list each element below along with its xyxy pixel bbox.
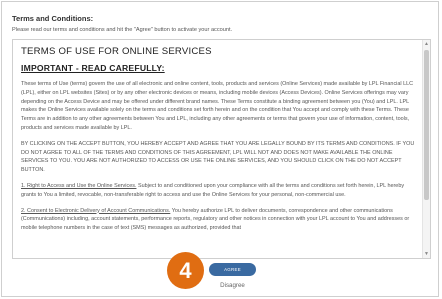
important-notice: IMPORTANT - READ CAREFULLY: bbox=[21, 63, 165, 73]
terms-item-1-link[interactable]: 1. Right to Access and Use the Online Se… bbox=[21, 183, 136, 189]
dialog-instructions: Please read our terms and conditions and… bbox=[12, 27, 233, 33]
terms-dialog: Terms and Conditions: Please read our te… bbox=[1, 1, 439, 297]
scroll-up-icon[interactable]: ▲ bbox=[423, 40, 430, 48]
terms-paragraph-1: These terms of Use (terms) govern the us… bbox=[21, 81, 414, 131]
terms-item-2-link[interactable]: 2. Consent to Electronic Delivery of Acc… bbox=[21, 208, 170, 214]
scroll-down-icon[interactable]: ▼ bbox=[423, 250, 430, 258]
agree-button[interactable]: AGREE bbox=[209, 263, 256, 276]
dialog-title: Terms and Conditions: bbox=[12, 14, 94, 23]
terms-scrollbar[interactable]: ▲ ▼ bbox=[422, 40, 430, 258]
step-number-badge: 4 bbox=[167, 252, 204, 289]
terms-content: TERMS OF USE FOR ONLINE SERVICES IMPORTA… bbox=[21, 46, 417, 233]
terms-item-2: 2. Consent to Electronic Delivery of Acc… bbox=[21, 207, 417, 233]
terms-item-1: 1. Right to Access and Use the Online Se… bbox=[21, 182, 417, 200]
terms-paragraph-2: BY CLICKING ON THE ACCEPT BUTTON, YOU HE… bbox=[21, 140, 415, 174]
terms-title: TERMS OF USE FOR ONLINE SERVICES bbox=[21, 46, 212, 57]
terms-scroll-area[interactable]: TERMS OF USE FOR ONLINE SERVICES IMPORTA… bbox=[12, 39, 431, 259]
scrollbar-thumb[interactable] bbox=[424, 50, 429, 200]
disagree-link[interactable]: Disagree bbox=[214, 282, 251, 289]
